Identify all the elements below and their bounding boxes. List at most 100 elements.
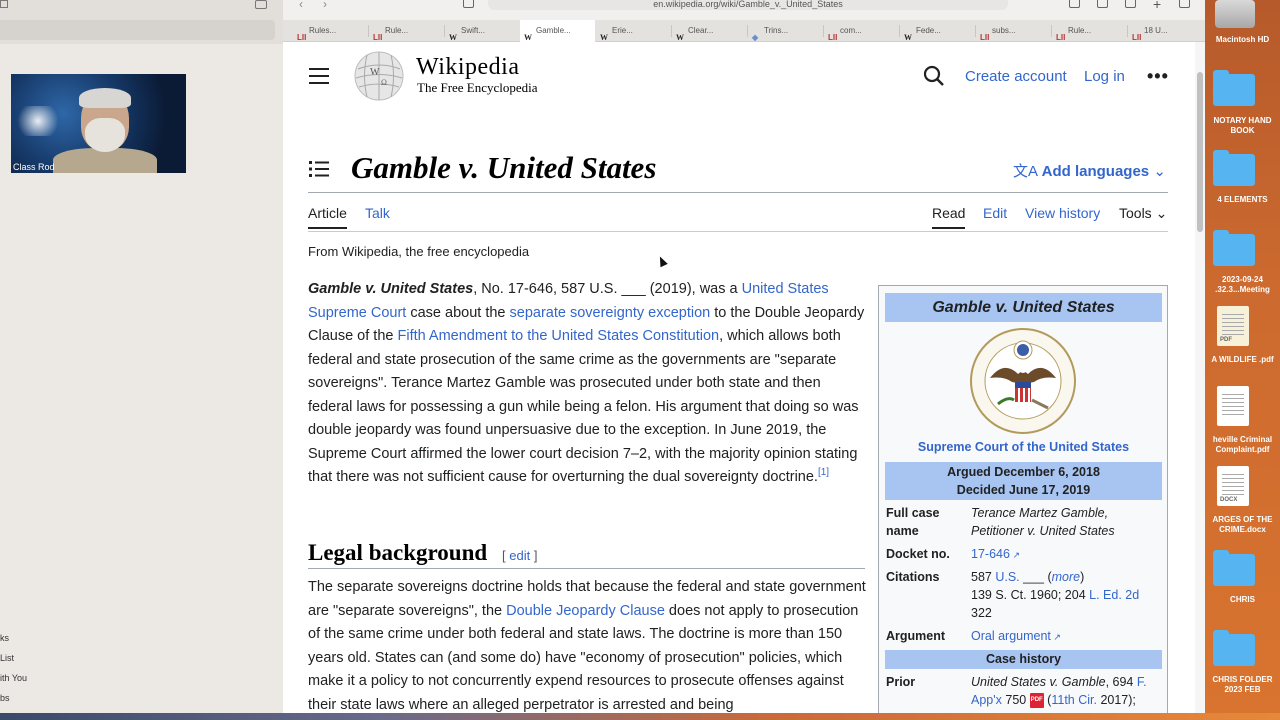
new-tab-icon[interactable]: + — [1153, 0, 1161, 11]
browser-tab[interactable]: W Swift... — [445, 20, 520, 42]
add-languages-button[interactable]: 文A Add languages ⌄ — [1013, 160, 1166, 181]
supreme-court-seal-icon[interactable] — [968, 326, 1078, 436]
lii-favicon-icon: LII — [297, 33, 307, 42]
tab-view-history[interactable]: View history — [1025, 205, 1100, 221]
browser-toolbar: ‹ › en.wikipedia.org/wiki/Gamble_v._Unit… — [283, 0, 1205, 20]
lii-favicon-icon: LII — [373, 33, 383, 42]
wikipedia-favicon-icon: W — [600, 33, 608, 42]
log-in-link[interactable]: Log in — [1084, 68, 1125, 85]
lawyers-edition-link[interactable]: L. Ed. 2d — [1089, 588, 1139, 602]
left-sidebar-item[interactable]: ks — [0, 628, 27, 648]
scrollbar-thumb[interactable] — [1197, 72, 1203, 232]
left-sidebar-item[interactable]: List — [0, 648, 27, 668]
browser-tab[interactable]: LII Rule... — [369, 20, 444, 42]
desktop: Macintosh HD NOTARY HAND BOOK 4 ELEMENTS… — [1205, 0, 1280, 720]
search-icon[interactable] — [923, 65, 945, 87]
oral-argument-link[interactable]: Oral argument — [971, 629, 1051, 643]
citation-ref[interactable]: [1] — [818, 467, 829, 478]
tab-talk[interactable]: Talk — [365, 205, 390, 221]
desktop-item-label[interactable]: CHRIS FOLDER 2023 FEB — [1205, 675, 1280, 695]
page-scrollbar[interactable] — [1195, 42, 1205, 720]
desktop-item-label[interactable]: 4 ELEMENTS — [1205, 195, 1280, 205]
browser-tab[interactable]: LII Rule... — [1052, 20, 1127, 42]
separate-sovereignty-link[interactable]: separate sovereignty exception — [510, 305, 711, 321]
docx-file-icon[interactable]: DOCX — [1217, 466, 1249, 506]
desktop-item-label[interactable]: A WILDLIFE .pdf — [1205, 355, 1280, 365]
browser-tab[interactable]: W Fede... — [900, 20, 975, 42]
document-file-icon[interactable] — [1217, 386, 1249, 426]
tools-menu[interactable]: Tools ⌄ — [1119, 205, 1167, 222]
browser-tab[interactable]: LII 18 U... — [1128, 20, 1203, 42]
back-icon[interactable]: ‹ — [299, 0, 303, 10]
us-reports-link[interactable]: U.S. — [995, 570, 1019, 584]
desktop-item-label[interactable]: NOTARY HAND BOOK — [1205, 116, 1280, 136]
browser-tab-active[interactable]: W Gamble... — [520, 20, 595, 42]
lii-favicon-icon: LII — [980, 33, 990, 42]
section-edit-link[interactable]: [ edit ] — [502, 548, 537, 563]
lii-favicon-icon: LII — [828, 33, 838, 42]
wikipedia-globe-logo[interactable]: W Ω — [352, 51, 406, 101]
browser-tab[interactable]: LII Rules... — [293, 20, 368, 42]
forward-icon[interactable]: › — [323, 0, 327, 10]
folder-icon[interactable] — [1213, 550, 1255, 586]
pdf-icon[interactable]: PDF — [1029, 693, 1044, 709]
mouse-cursor-icon — [656, 254, 668, 268]
table-of-contents-icon[interactable] — [309, 160, 329, 178]
lii-favicon-icon: LII — [1132, 33, 1142, 42]
video-call-tile[interactable]: Class Rod — [11, 74, 186, 173]
chevron-down-icon: ⌄ — [1153, 163, 1166, 180]
pdf-file-icon[interactable]: PDF — [1217, 306, 1249, 346]
url-bar[interactable]: en.wikipedia.org/wiki/Gamble_v._United_S… — [488, 0, 1008, 10]
hard-drive-icon[interactable] — [1215, 0, 1255, 28]
desktop-item-label[interactable]: Macintosh HD — [1205, 35, 1280, 45]
tabs-divider — [308, 231, 1168, 232]
left-sidebar-item[interactable]: bs — [0, 688, 27, 708]
fifth-amendment-link[interactable]: Fifth Amendment to the United States Con… — [397, 328, 719, 344]
eleventh-circuit-link[interactable]: 11th Cir. — [1051, 693, 1097, 707]
tab-article[interactable]: Article — [308, 205, 347, 229]
page-tabs: Article Talk Read Edit View history Tool… — [308, 205, 1168, 231]
browser-tab[interactable]: ◆ Trins... — [748, 20, 823, 42]
tab-edit[interactable]: Edit — [983, 205, 1007, 221]
docket-link[interactable]: 17-646 — [971, 547, 1010, 561]
folder-icon[interactable] — [1213, 70, 1255, 106]
download-icon[interactable] — [1069, 0, 1080, 8]
folder-icon[interactable] — [1213, 150, 1255, 186]
svg-text:Ω: Ω — [381, 78, 387, 87]
left-search-field[interactable] — [0, 20, 275, 40]
browser-tab[interactable]: LII com... — [824, 20, 899, 42]
wikipedia-favicon-icon: W — [524, 33, 532, 42]
wikipedia-wordmark[interactable]: Wikipedia — [416, 54, 520, 81]
wikipedia-favicon-icon: W — [904, 33, 912, 42]
external-link-icon: ↗ — [1050, 632, 1061, 642]
wikipedia-favicon-icon: W — [676, 33, 684, 42]
left-sidebar-item[interactable]: ith You — [0, 668, 27, 688]
browser-tab[interactable]: W Erie... — [596, 20, 671, 42]
main-menu-icon[interactable] — [309, 68, 329, 84]
desktop-item-label[interactable]: heville Criminal Complaint.pdf — [1205, 435, 1280, 455]
window-icon[interactable] — [0, 0, 8, 8]
desktop-item-label[interactable]: 2023-09-24 .32.3...Meeting — [1205, 275, 1280, 295]
double-jeopardy-link[interactable]: Double Jeopardy Clause — [506, 603, 665, 619]
left-sidebar-list: ks List ith You bs — [0, 628, 27, 708]
desktop-item-label[interactable]: CHRIS — [1205, 595, 1280, 605]
folder-icon[interactable] — [1213, 630, 1255, 666]
browser-tab[interactable]: LII subs... — [976, 20, 1051, 42]
lead-paragraph: Gamble v. United States, No. 17-646, 587… — [308, 281, 865, 485]
more-options-icon[interactable]: ••• — [1147, 66, 1169, 87]
folder-icon[interactable] — [1213, 230, 1255, 266]
create-account-link[interactable]: Create account — [965, 68, 1067, 85]
section-divider — [308, 568, 865, 569]
tab-overview-icon[interactable] — [1179, 0, 1190, 8]
svg-text:W: W — [370, 67, 380, 78]
home-icon[interactable] — [1097, 0, 1108, 8]
infobox-court-link[interactable]: Supreme Court of the United States — [885, 440, 1162, 454]
share-icon[interactable] — [1125, 0, 1136, 8]
tab-read[interactable]: Read — [932, 205, 966, 229]
desktop-item-label[interactable]: ARGES OF THE CRIME.docx — [1205, 515, 1280, 535]
browser-tab[interactable]: W Clear... — [672, 20, 747, 42]
more-citations-link[interactable]: more — [1052, 570, 1080, 584]
participant-hair — [79, 88, 131, 108]
sidebar-toggle-icon[interactable] — [255, 0, 267, 9]
shield-icon[interactable] — [463, 0, 474, 8]
